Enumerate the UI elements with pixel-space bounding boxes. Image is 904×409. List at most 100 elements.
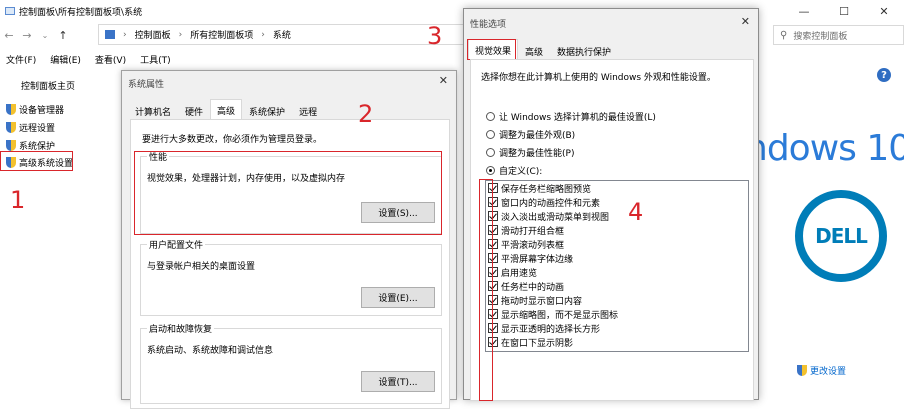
list-item[interactable]: 保存任务栏缩略图预览 [486,181,748,195]
list-item[interactable]: 淡入淡出或滑动菜单到视图 [486,209,748,223]
startup-recovery-label: 启动和故障恢复 [147,322,215,335]
breadcrumb-separator-icon: › [261,29,265,40]
tab-system-protection[interactable]: 系统保护 [242,102,292,120]
help-icon[interactable]: ? [877,68,891,82]
annotation-1: 1 [10,186,26,214]
change-settings-link[interactable]: 更改设置 [797,364,846,377]
startup-recovery-description: 系统启动、系统故障和调试信息 [147,346,274,356]
list-item[interactable]: 在窗口下显示阴影 [486,335,748,349]
menu-edit[interactable]: 编辑(E) [50,53,81,66]
list-item-label: 窗口内的动画控件和元素 [501,198,601,209]
list-item-label: 淡入淡出或滑动菜单到视图 [501,212,610,223]
search-placeholder: 搜索控制面板 [793,31,848,42]
search-input[interactable]: ⚲ 搜索控制面板 [773,25,904,45]
shield-icon [797,365,807,376]
list-item-label: 启用速览 [501,268,538,279]
control-panel-icon [105,30,115,39]
admin-note: 要进行大多数更改，你必须作为管理员登录。 [142,135,323,145]
window-controls: — ☐ ✕ [784,0,904,22]
close-button[interactable]: ✕ [439,74,448,87]
list-item[interactable]: 在单击后淡出菜单 [486,349,748,352]
sidebar-item-device-manager[interactable]: 设备管理器 [6,103,64,116]
shield-icon [6,104,16,115]
change-settings-label: 更改设置 [810,367,847,377]
highlight-box-3 [467,39,516,60]
dell-logo-text: DELL [815,224,868,248]
user-profiles-description: 与登录帐户相关的桌面设置 [147,262,256,272]
up-arrow-icon[interactable]: ↑ [54,29,72,42]
user-profiles-group: 用户配置文件 与登录帐户相关的桌面设置 设置(E)... [140,238,442,316]
breadcrumb-control-panel[interactable]: 控制面板 [135,28,171,41]
highlight-box-2 [134,151,442,235]
annotation-4: 4 [628,198,644,226]
recent-chevron-icon[interactable]: ⌄ [36,31,54,40]
folder-icon [5,7,15,15]
user-profiles-label: 用户配置文件 [147,238,206,251]
list-item-label: 显示亚透明的选择长方形 [501,324,601,335]
highlight-box-4 [479,179,493,401]
tab-remote[interactable]: 远程 [292,102,324,120]
tab-strip: 计算机名 硬件 高级 系统保护 远程 [128,99,324,120]
radio-label: 调整为最佳外观(B) [499,131,576,141]
user-profiles-settings-button[interactable]: 设置(E)... [361,287,435,308]
search-icon: ⚲ [780,29,788,41]
list-item[interactable]: 滑动打开组合框 [486,223,748,237]
list-item-label: 在窗口下显示阴影 [501,338,574,349]
sidebar-item-label: 远程设置 [19,124,56,134]
list-item[interactable]: 显示亚透明的选择长方形 [486,321,748,335]
list-item-label: 平滑屏幕字体边缘 [501,254,574,265]
tab-advanced[interactable]: 高级 [518,42,550,60]
tab-advanced[interactable]: 高级 [210,99,243,120]
list-item[interactable]: 平滑滚动列表框 [486,237,748,251]
tab-hardware[interactable]: 硬件 [178,102,210,120]
radio-best-appearance[interactable]: 调整为最佳外观(B) [486,128,575,141]
menu-file[interactable]: 文件(F) [6,53,36,66]
tab-computer-name[interactable]: 计算机名 [128,102,178,120]
radio-button [486,148,495,157]
list-item-label: 保存任务栏缩略图预览 [501,184,592,195]
shield-icon [6,140,16,151]
breadcrumb-separator-icon: › [123,29,127,40]
list-item[interactable]: 拖动时显示窗口内容 [486,293,748,307]
control-panel-home-link[interactable]: 控制面板主页 [21,79,75,92]
close-button[interactable]: ✕ [864,0,904,22]
list-item-label: 任务栏中的动画 [501,282,565,293]
minimize-button[interactable]: — [784,0,824,22]
list-item-label: 在单击后淡出菜单 [501,350,573,352]
system-properties-dialog: 系统属性 ✕ 计算机名 硬件 高级 系统保护 远程 要进行大多数更改，你必须作为… [121,70,457,409]
tab-data-execution-prevention[interactable]: 数据执行保护 [550,42,618,60]
breadcrumb-all-items[interactable]: 所有控制面板项 [190,28,253,41]
list-item[interactable]: 任务栏中的动画 [486,279,748,293]
visual-effects-list[interactable]: 保存任务栏缩略图预览 窗口内的动画控件和元素 淡入淡出或滑动菜单到视图 滑动打开组合框… [485,180,749,352]
visual-effects-panel: 选择你想在此计算机上使用的 Windows 外观和性能设置。 让 Windows… [470,59,754,401]
radio-label: 自定义(C): [499,167,543,177]
startup-recovery-group: 启动和故障恢复 系统启动、系统故障和调试信息 设置(T)... [140,322,442,404]
list-item[interactable]: 启用速览 [486,265,748,279]
list-item-label: 拖动时显示窗口内容 [501,296,583,307]
highlight-box-1 [0,151,73,171]
radio-let-windows-choose[interactable]: 让 Windows 选择计算机的最佳设置(L) [486,110,656,123]
dialog-title: 性能选项 [470,20,507,30]
list-item-label: 滑动打开组合框 [501,226,565,237]
breadcrumb-system[interactable]: 系统 [273,28,291,41]
intro-text: 选择你想在此计算机上使用的 Windows 外观和性能设置。 [481,73,716,83]
menu-tools[interactable]: 工具(T) [140,53,171,66]
window-title: 控制面板\所有控制面板项\系统 [19,7,143,18]
sidebar-item-remote-settings[interactable]: 远程设置 [6,121,55,134]
maximize-button[interactable]: ☐ [824,0,864,22]
breadcrumb-separator-icon: › [178,29,183,40]
startup-recovery-settings-button[interactable]: 设置(T)... [361,371,435,392]
list-item[interactable]: 窗口内的动画控件和元素 [486,195,748,209]
back-arrow-icon[interactable]: ← [0,29,18,42]
list-item[interactable]: 显示缩略图，而不是显示图标 [486,307,748,321]
menu-view[interactable]: 查看(V) [95,53,126,66]
windows-10-logo: ndows 10 [745,128,904,169]
radio-custom[interactable]: 自定义(C): [486,164,542,177]
radio-label: 让 Windows 选择计算机的最佳设置(L) [499,113,656,123]
annotation-3: 3 [427,22,443,50]
close-button[interactable]: ✕ [741,15,750,28]
forward-arrow-icon[interactable]: → [18,29,36,42]
radio-best-performance[interactable]: 调整为最佳性能(P) [486,146,574,159]
dell-logo: DELL [795,190,887,282]
list-item[interactable]: 平滑屏幕字体边缘 [486,251,748,265]
